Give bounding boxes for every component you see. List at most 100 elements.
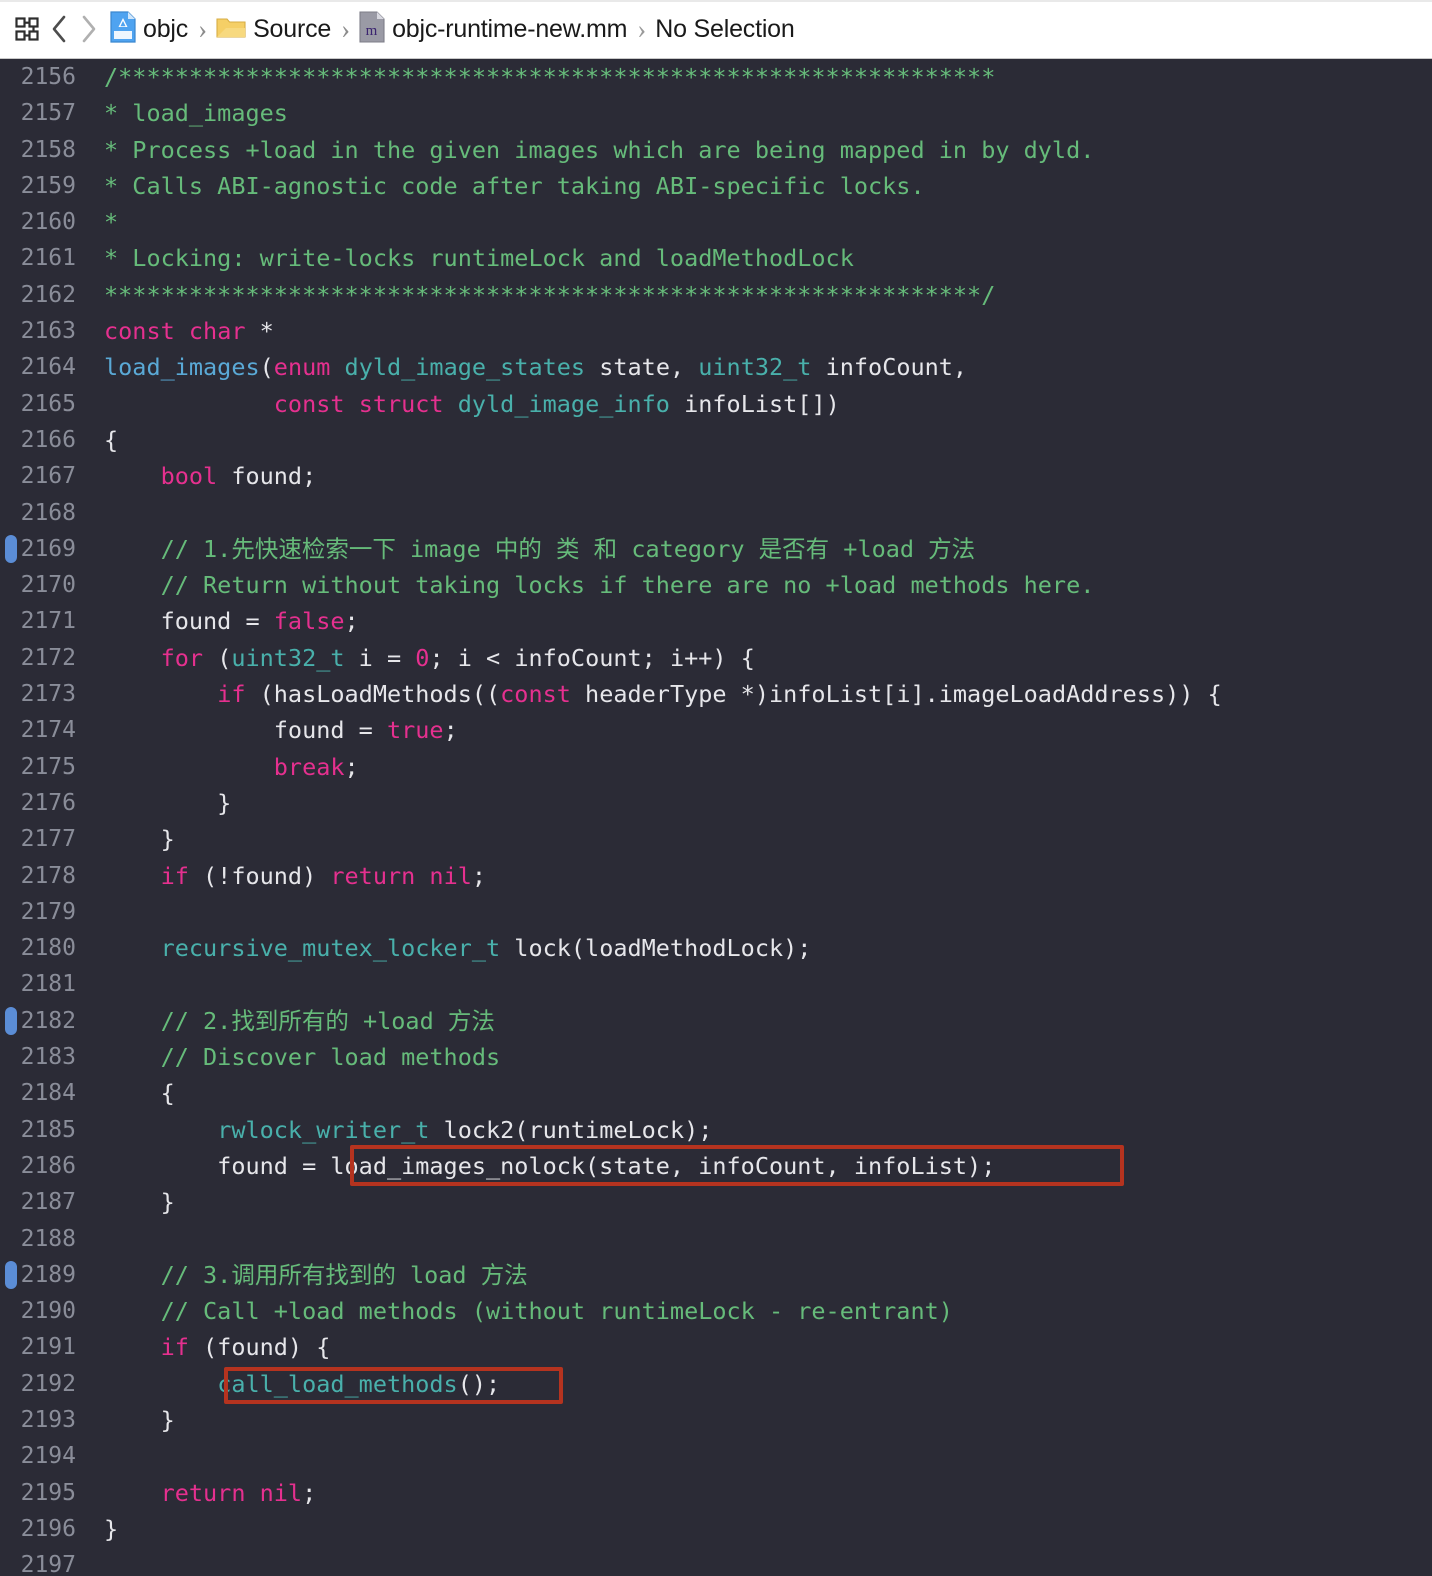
code-line[interactable]: 2182 // 2.找到所有的 +load 方法 bbox=[0, 1003, 1432, 1039]
folder-icon bbox=[216, 15, 246, 44]
breadcrumb-item-file[interactable]: m objc-runtime-new.mm bbox=[359, 10, 627, 48]
code-text: * bbox=[86, 204, 1432, 240]
code-token: uint32_t bbox=[231, 643, 345, 672]
chevron-left-icon[interactable] bbox=[44, 11, 74, 47]
code-line[interactable]: 2166 { bbox=[0, 422, 1432, 458]
code-line[interactable]: 2171 found = false; bbox=[0, 603, 1432, 639]
code-line[interactable]: 2179 bbox=[0, 894, 1432, 930]
code-line[interactable]: 2167 bool found; bbox=[0, 458, 1432, 494]
breadcrumb-label-folder: Source bbox=[253, 14, 332, 43]
code-editor[interactable]: 2156 /***********************************… bbox=[0, 59, 1432, 1576]
code-line[interactable]: 2184 { bbox=[0, 1075, 1432, 1111]
code-line[interactable]: 2181 bbox=[0, 966, 1432, 1002]
line-number: 2175 bbox=[20, 753, 76, 780]
code-line[interactable]: 2170 // Return without taking locks if t… bbox=[0, 567, 1432, 603]
code-token: const bbox=[104, 317, 175, 346]
code-line[interactable]: 2172 for (uint32_t i = 0; i < infoCount;… bbox=[0, 640, 1432, 676]
code-line[interactable]: 2183 // Discover load methods bbox=[0, 1039, 1432, 1075]
breadcrumb-item-folder[interactable]: Source bbox=[216, 15, 331, 44]
code-line[interactable]: 2159 * Calls ABI-agnostic code after taki… bbox=[0, 168, 1432, 204]
code-line[interactable]: 2196} bbox=[0, 1511, 1432, 1547]
code-line[interactable]: 2178 if (!found) return nil; bbox=[0, 858, 1432, 894]
code-line[interactable]: 2173 if (hasLoadMethods((const headerTyp… bbox=[0, 676, 1432, 712]
grid-squares-icon[interactable] bbox=[10, 12, 44, 46]
line-number: 2188 bbox=[20, 1225, 76, 1252]
code-token: (); bbox=[457, 1369, 501, 1398]
code-line[interactable]: 2197 bbox=[0, 1547, 1432, 1576]
code-token: 0 bbox=[415, 643, 430, 672]
code-token: lock2(runtimeLock); bbox=[429, 1115, 713, 1144]
breadcrumb-item-project[interactable]: objc bbox=[110, 10, 188, 48]
code-text: * Calls ABI-agnostic code after taking A… bbox=[86, 168, 1432, 204]
code-line[interactable]: 2160 * bbox=[0, 204, 1432, 240]
code-line[interactable]: 2193 } bbox=[0, 1402, 1432, 1438]
code-line[interactable]: 2190 // Call +load methods (without runt… bbox=[0, 1293, 1432, 1329]
code-line[interactable]: 2189 // 3.调用所有找到的 load 方法 bbox=[0, 1257, 1432, 1293]
line-number: 2172 bbox=[20, 644, 76, 671]
code-line[interactable]: 2177 } bbox=[0, 821, 1432, 857]
code-line[interactable]: 2161 * Locking: write-locks runtimeLock a… bbox=[0, 240, 1432, 276]
code-token: } bbox=[104, 1405, 175, 1434]
code-line[interactable]: 2158 * Process +load in the given images … bbox=[0, 132, 1432, 168]
change-marker[interactable] bbox=[5, 1006, 17, 1035]
line-number: 2180 bbox=[20, 935, 76, 962]
code-token: false bbox=[273, 607, 345, 636]
code-line[interactable]: 2185 rwlock_writer_t lock2(runtimeLock); bbox=[0, 1112, 1432, 1148]
line-number: 2159 bbox=[20, 172, 76, 199]
code-line[interactable]: 2156 /***********************************… bbox=[0, 59, 1432, 95]
code-text: recursive_mutex_locker_t lock(loadMethod… bbox=[86, 930, 1432, 966]
code-token: true bbox=[386, 716, 444, 745]
code-token: lock(loadMethodLock); bbox=[500, 934, 812, 963]
code-text: // 1.先快速检索一下 image 中的 类 和 category 是否有 +… bbox=[86, 531, 1432, 567]
line-number: 2194 bbox=[20, 1443, 76, 1470]
line-number: 2168 bbox=[20, 499, 76, 526]
code-line[interactable]: 2186 found = load_images_nolock(state, i… bbox=[0, 1148, 1432, 1184]
code-token: // Discover load methods bbox=[160, 1043, 501, 1072]
code-line[interactable]: 2180 recursive_mutex_locker_t lock(loadM… bbox=[0, 930, 1432, 966]
line-number: 2190 bbox=[20, 1298, 76, 1325]
code-line[interactable]: 2164 load_images(enum dyld_image_states s… bbox=[0, 349, 1432, 385]
breadcrumb-item-selection[interactable]: No Selection bbox=[655, 15, 795, 44]
code-line[interactable]: 2187 } bbox=[0, 1184, 1432, 1220]
code-text: for (uint32_t i = 0; i < infoCount; i++)… bbox=[86, 640, 1432, 676]
code-line[interactable]: 2157 * load_images bbox=[0, 95, 1432, 131]
code-token: (!found) bbox=[188, 861, 331, 890]
code-text: call_load_methods(); bbox=[86, 1366, 1432, 1402]
code-line[interactable]: 2162 ************************************… bbox=[0, 277, 1432, 313]
code-line[interactable]: 2174 found = true; bbox=[0, 712, 1432, 748]
code-token: } bbox=[104, 825, 175, 854]
change-marker[interactable] bbox=[5, 1260, 17, 1289]
chevron-right-icon[interactable] bbox=[74, 11, 104, 47]
code-line[interactable]: 2188 bbox=[0, 1221, 1432, 1257]
code-token: nil bbox=[259, 1478, 303, 1507]
code-line[interactable]: 2192 call_load_methods(); bbox=[0, 1366, 1432, 1402]
code-token: { bbox=[104, 425, 119, 454]
code-token: /***************************************… bbox=[104, 63, 996, 91]
line-number: 2171 bbox=[20, 608, 76, 635]
code-line[interactable]: 2175 break; bbox=[0, 749, 1432, 785]
code-token: char bbox=[188, 317, 246, 346]
code-line[interactable]: 2169 // 1.先快速检索一下 image 中的 类 和 category … bbox=[0, 531, 1432, 567]
code-line[interactable]: 2165 const struct dyld_image_info infoLi… bbox=[0, 386, 1432, 422]
code-line[interactable]: 2194 bbox=[0, 1438, 1432, 1474]
code-token: // 1.先快速检索一下 image 中的 类 和 category 是否有 +… bbox=[160, 534, 976, 563]
change-marker[interactable] bbox=[5, 534, 17, 563]
code-line[interactable]: 2195 return nil; bbox=[0, 1475, 1432, 1511]
line-number: 2196 bbox=[20, 1515, 76, 1542]
code-text: { bbox=[86, 422, 1432, 458]
code-line[interactable]: 2191 if (found) { bbox=[0, 1329, 1432, 1365]
code-token: const bbox=[273, 389, 345, 418]
code-line[interactable]: 2168 bbox=[0, 495, 1432, 531]
code-line[interactable]: 2176 } bbox=[0, 785, 1432, 821]
code-text: } bbox=[86, 1511, 1432, 1547]
code-line[interactable]: 2163 const char * bbox=[0, 313, 1432, 349]
